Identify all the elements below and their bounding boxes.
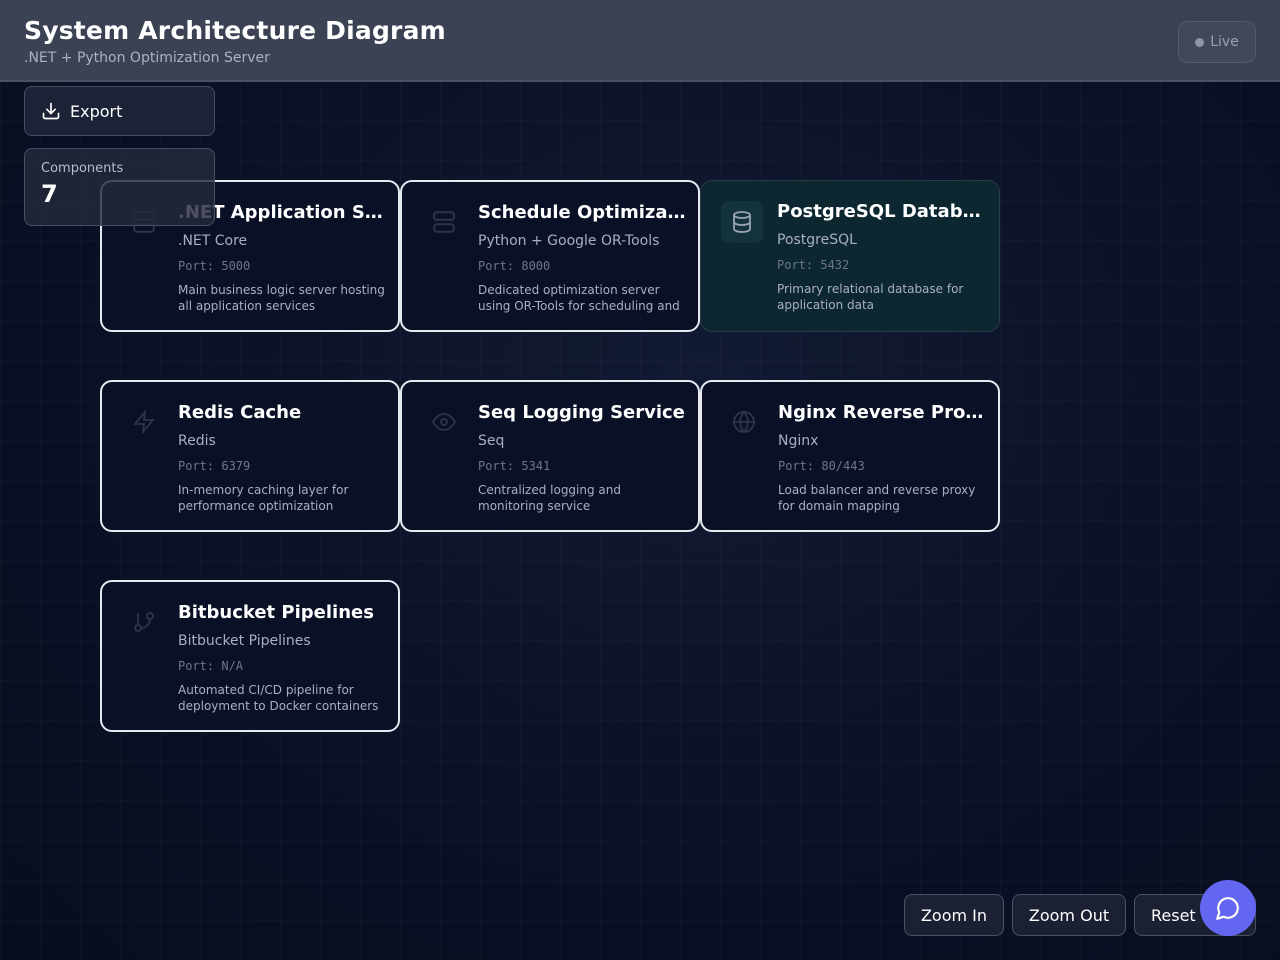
component-title: PostgreSQL Database <box>777 201 985 222</box>
component-card-bitbucket[interactable]: Bitbucket Pipelines Bitbucket Pipelines … <box>100 580 400 732</box>
component-tech: Redis <box>178 433 216 449</box>
component-title: Redis Cache <box>178 402 302 423</box>
component-card-postgres[interactable]: PostgreSQL Database PostgreSQL Port: 543… <box>700 180 1000 332</box>
components-stat-card: Components 7 <box>24 148 215 226</box>
component-title: Seq Logging Service <box>478 402 685 423</box>
live-status-badge[interactable]: Live <box>1178 21 1256 63</box>
component-port: Port: 80/443 <box>778 459 865 473</box>
chat-bubble-icon <box>1216 897 1239 920</box>
database-icon <box>721 201 763 243</box>
component-port: Port: 5432 <box>777 258 850 272</box>
component-port: Port: 8000 <box>478 259 551 273</box>
component-description: Dedicated optimization server using OR-T… <box>478 283 680 316</box>
component-card-redis[interactable]: Redis Cache Redis Port: 6379 In-memory c… <box>100 380 400 532</box>
component-card-optimizer[interactable]: Schedule Optimization Server Python + Go… <box>400 180 700 332</box>
eye-icon <box>428 406 460 438</box>
components-stat-value: 7 <box>41 180 58 208</box>
component-title: Schedule Optimization Server <box>478 202 686 223</box>
component-port: Port: N/A <box>178 659 244 673</box>
live-dot-icon <box>1195 37 1205 47</box>
chat-button[interactable] <box>1200 880 1256 936</box>
page-subtitle: .NET + Python Optimization Server <box>24 50 270 66</box>
zoom-in-button[interactable]: Zoom In <box>904 894 1004 936</box>
component-title: Bitbucket Pipelines <box>178 602 374 623</box>
page-title: System Architecture Diagram <box>24 16 446 45</box>
download-icon <box>42 102 60 120</box>
component-description: Load balancer and reverse proxy for doma… <box>778 483 976 513</box>
lightning-icon <box>128 406 160 438</box>
component-tech: Seq <box>478 433 505 449</box>
live-label: Live <box>1210 34 1239 50</box>
export-label: Export <box>70 101 123 121</box>
component-description: Automated CI/CD pipeline for deployment … <box>178 683 379 713</box>
component-description: Main business logic server hosting all a… <box>178 283 385 313</box>
app-header: System Architecture Diagram .NET + Pytho… <box>0 0 1280 82</box>
export-button[interactable]: Export <box>24 86 215 136</box>
component-tech: PostgreSQL <box>777 232 857 248</box>
component-title: Nginx Reverse Proxy <box>778 402 986 423</box>
component-tech: Bitbucket Pipelines <box>178 633 311 649</box>
git-branch-icon <box>128 606 160 638</box>
server-icon <box>428 206 460 238</box>
component-tech: Python + Google OR-Tools <box>478 233 660 249</box>
component-port: Port: 5341 <box>478 459 551 473</box>
component-description: Centralized logging and monitoring servi… <box>478 483 621 513</box>
zoom-out-button[interactable]: Zoom Out <box>1012 894 1126 936</box>
component-description: Primary relational database for applicat… <box>777 282 964 312</box>
globe-icon <box>728 406 760 438</box>
component-port: Port: 6379 <box>178 459 251 473</box>
component-card-nginx[interactable]: Nginx Reverse Proxy Nginx Port: 80/443 L… <box>700 380 1000 532</box>
component-card-seq[interactable]: Seq Logging Service Seq Port: 5341 Centr… <box>400 380 700 532</box>
component-tech: Nginx <box>778 433 819 449</box>
component-port: Port: 5000 <box>178 259 251 273</box>
components-stat-label: Components <box>41 161 124 176</box>
component-description: In-memory caching layer for performance … <box>178 483 349 513</box>
component-tech: .NET Core <box>178 233 248 249</box>
